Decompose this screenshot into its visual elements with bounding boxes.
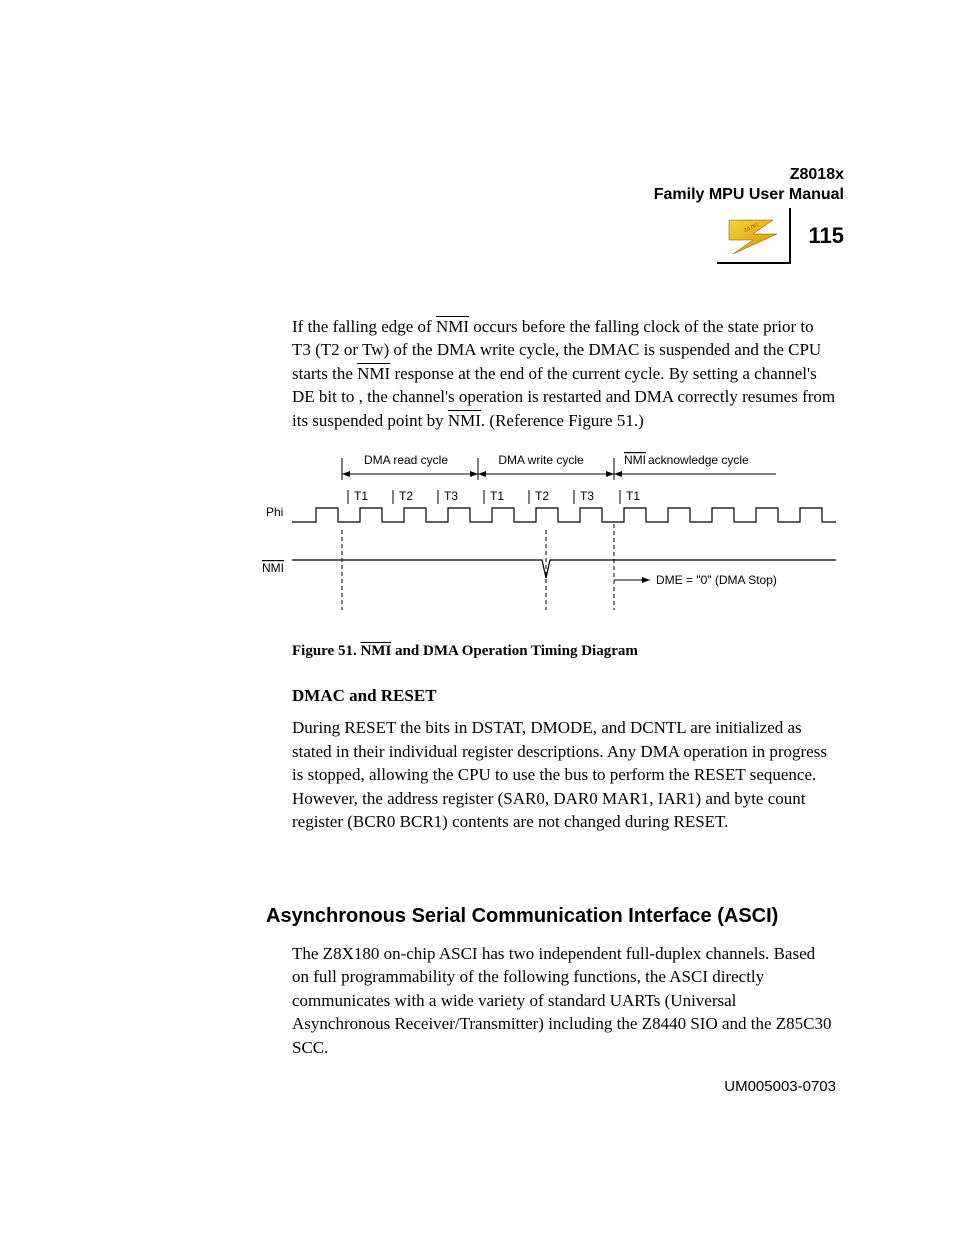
paragraph-1: If the falling edge of NMI occurs before… xyxy=(292,315,836,432)
label-nmi-ack-signal: NMI xyxy=(624,453,646,467)
logo-row: ZiLOG 115 xyxy=(717,208,845,264)
label-nmi-ack-text: acknowledge cycle xyxy=(648,453,749,467)
paragraph-3: The Z8X180 on-chip ASCI has two independ… xyxy=(292,942,836,1059)
t-label: T2 xyxy=(535,489,549,503)
paragraph-2: During RESET the bits in DSTAT, DMODE, a… xyxy=(292,716,836,833)
t-label: T3 xyxy=(444,489,458,503)
footer-docid: UM005003-0703 xyxy=(724,1078,836,1095)
nmi-overline: NMI xyxy=(448,411,481,430)
zilog-z-icon: ZiLOG xyxy=(723,214,781,258)
figure-51: DMA read cycle DMA write cycle NMI ackno… xyxy=(256,450,836,625)
label-dme: DME = "0" (DMA Stop) xyxy=(656,573,777,587)
zilog-logo: ZiLOG xyxy=(717,208,791,264)
nmi-overline: NMI xyxy=(436,317,469,336)
section-body: The Z8X180 on-chip ASCI has two independ… xyxy=(292,942,836,1077)
label-dma-write: DMA write cycle xyxy=(498,453,584,467)
t-label: T1 xyxy=(354,489,368,503)
nmi-overline: NMI xyxy=(357,364,390,383)
t-label: T1 xyxy=(490,489,504,503)
page-header: Z8018x Family MPU User Manual xyxy=(654,165,844,205)
section-heading-asci: Asynchronous Serial Communication Interf… xyxy=(266,905,778,928)
page: Z8018x Family MPU User Manual ZiLOG 115 … xyxy=(0,0,954,1235)
label-dma-read: DMA read cycle xyxy=(364,453,448,467)
product-name: Z8018x xyxy=(654,165,844,185)
subheading-dmac-reset: DMAC and RESET xyxy=(292,686,836,706)
figure-caption: Figure 51. NMI and DMA Operation Timing … xyxy=(292,643,836,660)
t-label: T1 xyxy=(626,489,640,503)
phi-waveform xyxy=(292,508,836,522)
t-label: T2 xyxy=(399,489,413,503)
label-phi: Phi xyxy=(266,505,283,519)
page-number: 115 xyxy=(809,223,845,249)
manual-title: Family MPU User Manual xyxy=(654,185,844,205)
label-nmi-signal: NMI xyxy=(262,561,284,575)
content-area: If the falling edge of NMI occurs before… xyxy=(292,315,836,852)
timing-diagram: DMA read cycle DMA write cycle NMI ackno… xyxy=(256,450,836,620)
t-label: T3 xyxy=(580,489,594,503)
